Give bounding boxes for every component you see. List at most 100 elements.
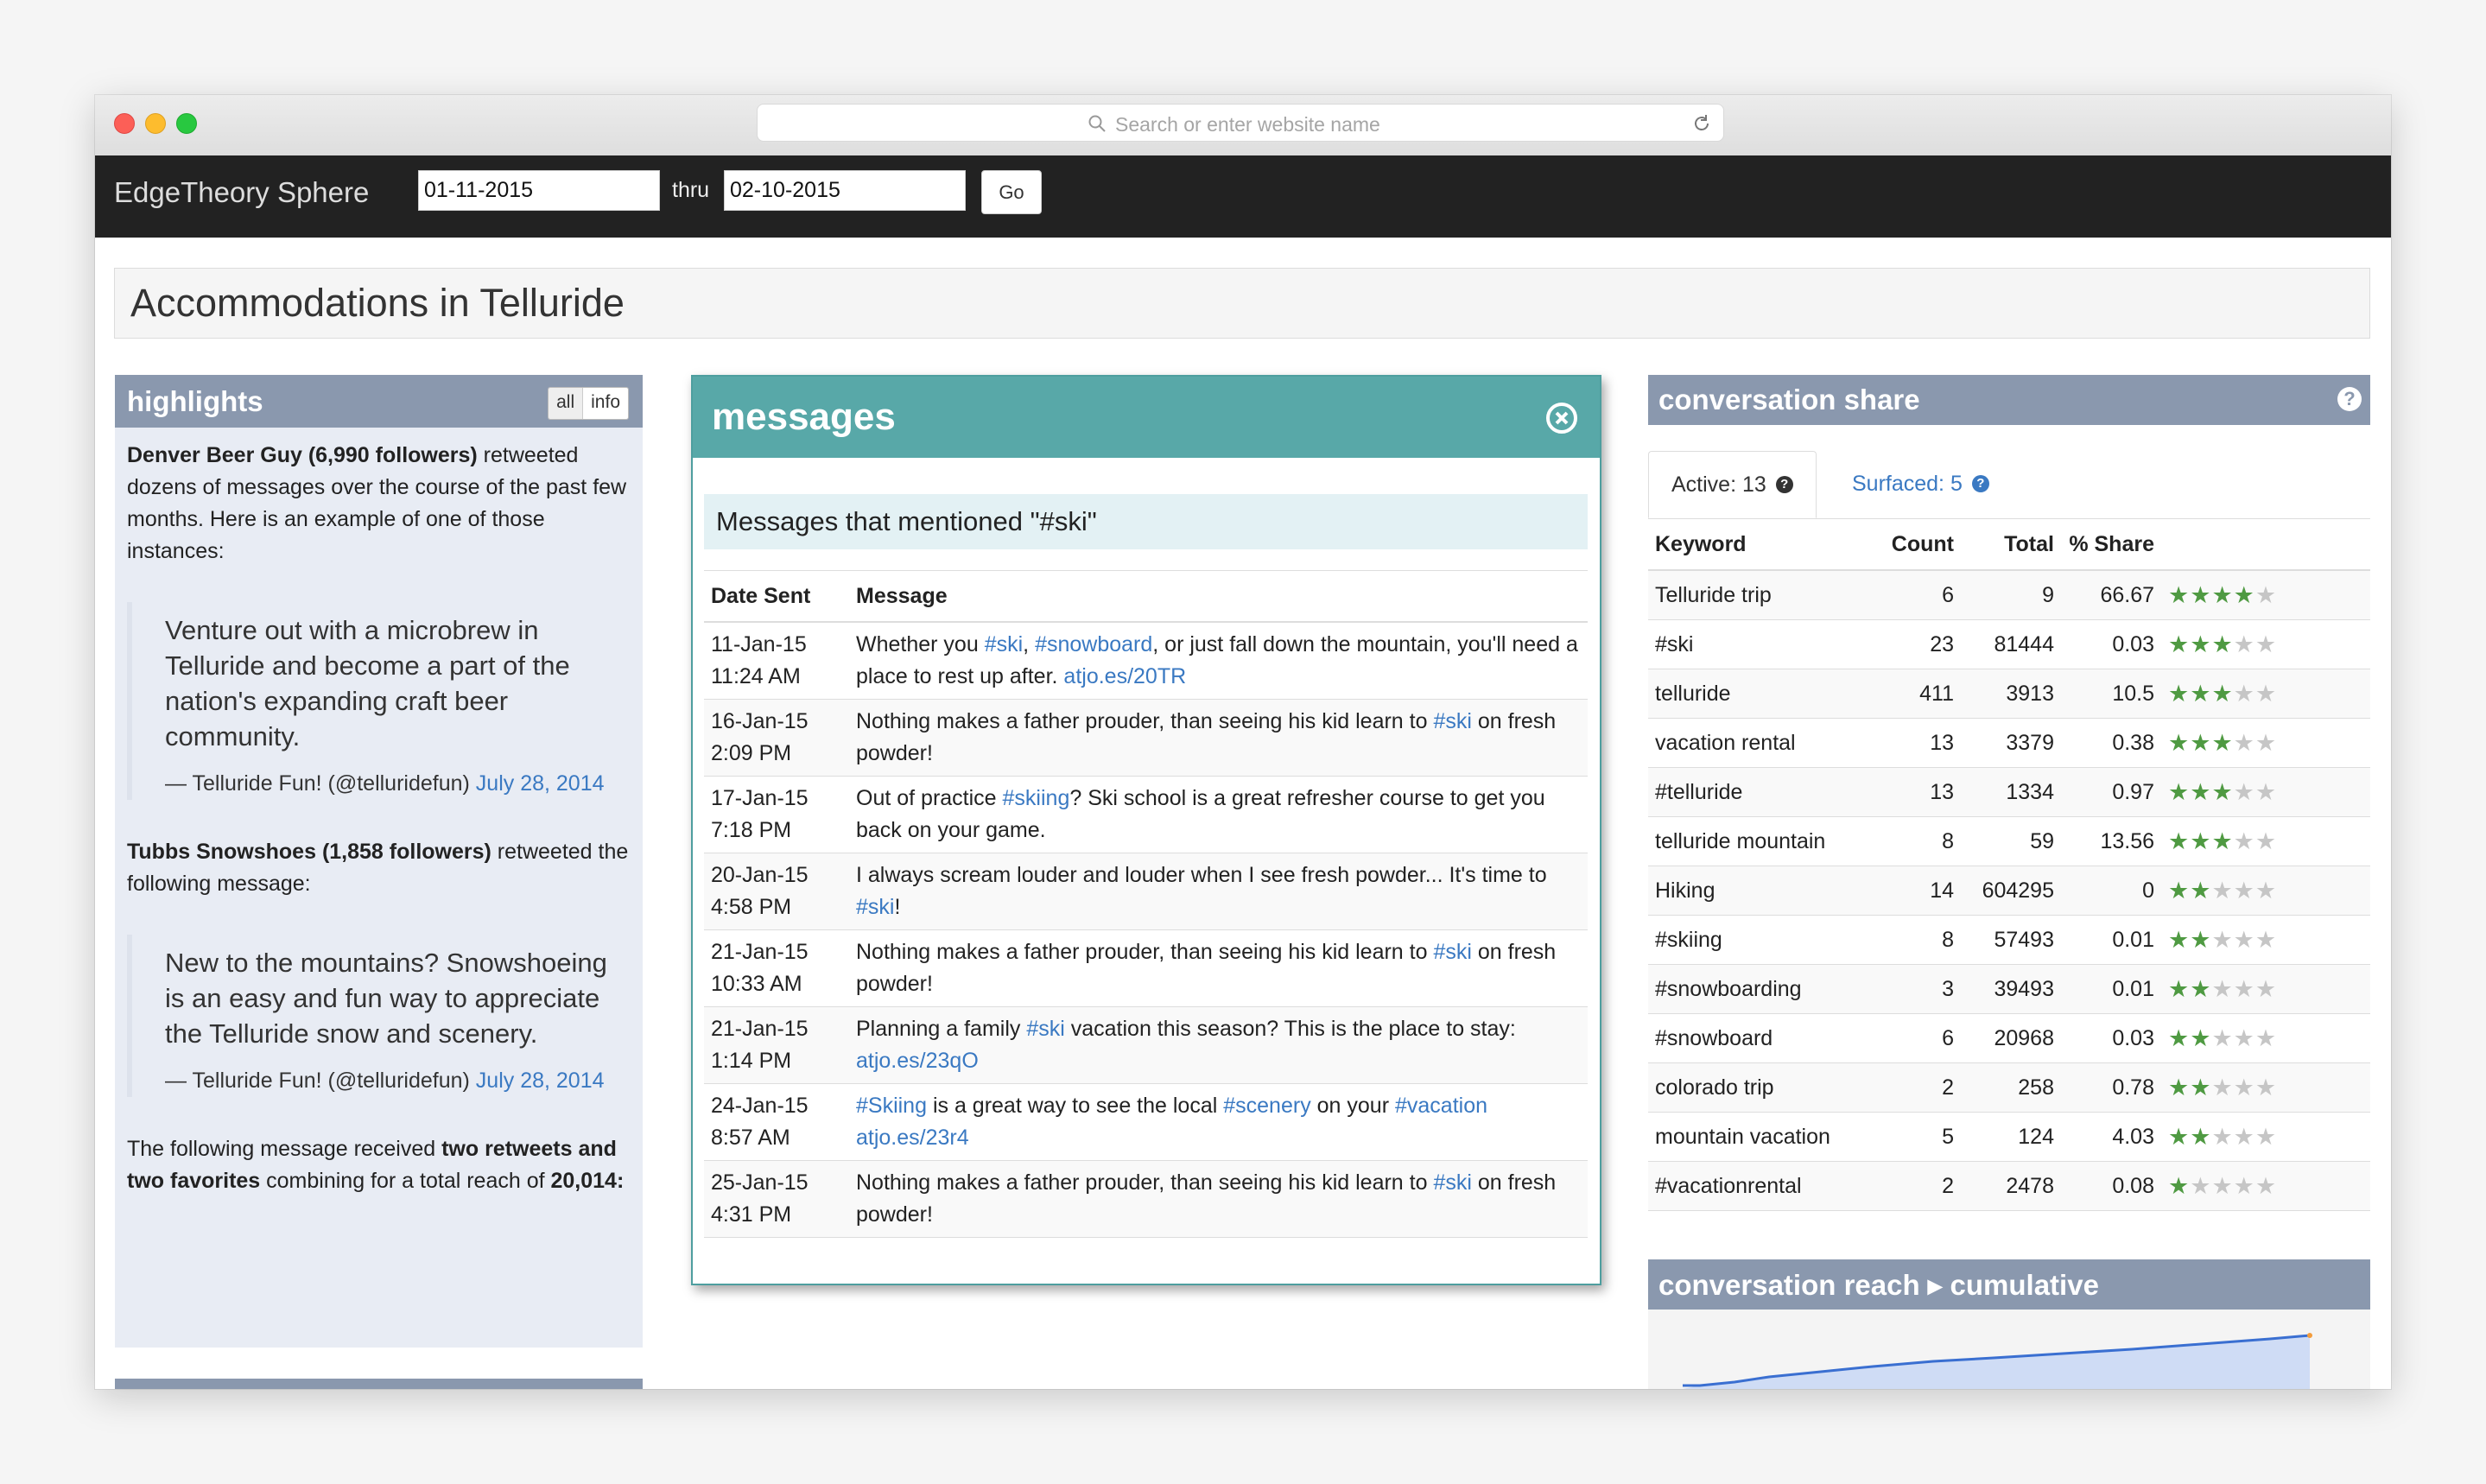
quote-date-link[interactable]: July 28, 2014 — [476, 771, 605, 796]
star-icon: ★ — [2168, 729, 2191, 756]
keyword-row[interactable]: #telluride 13 1334 0.97 ★★★★★ — [1648, 767, 2370, 817]
go-button[interactable]: Go — [981, 170, 1042, 214]
help-icon[interactable]: ? — [1971, 475, 1989, 492]
messages-table: Date Sent Message 11-Jan-15 11:24 AM Wheth… — [704, 570, 1588, 1238]
keyword-row[interactable]: colorado trip 2 258 0.78 ★★★★★ — [1648, 1062, 2370, 1113]
message-date-day: 25-Jan-15 — [711, 1170, 809, 1195]
message-link[interactable]: #skiing — [1003, 786, 1070, 810]
star-icon: ★ — [2255, 729, 2278, 756]
help-icon[interactable]: ? — [1775, 476, 1793, 493]
keyword-row[interactable]: #ski 23 81444 0.03 ★★★★★ — [1648, 619, 2370, 669]
keyword-row[interactable]: telluride mountain 8 59 13.56 ★★★★★ — [1648, 816, 2370, 866]
message-date-time: 4:31 PM — [711, 1202, 792, 1227]
tab-active[interactable]: Active: 13 ? — [1648, 451, 1817, 518]
message-link[interactable]: atjo.es/20TR — [1063, 664, 1186, 688]
keyword-row[interactable]: #vacationrental 2 2478 0.08 ★★★★★ — [1648, 1161, 2370, 1211]
tab-surfaced[interactable]: Surfaced: 5 ? — [1830, 451, 2012, 518]
star-rating: ★★★★★ — [2161, 619, 2370, 669]
star-rating: ★★★★★ — [2161, 964, 2370, 1014]
messages-subheader-text: Messages that mentioned "#ski" — [716, 506, 1097, 536]
date-to-input[interactable] — [724, 170, 966, 211]
message-link[interactable]: #ski — [1433, 1170, 1471, 1195]
close-window-button[interactable] — [114, 113, 135, 134]
keyword-cell: #vacationrental — [1648, 1161, 1878, 1211]
message-text-part: Whether you — [856, 632, 985, 656]
conversation-share-panel: conversation share ? Active: 13 ? Surfac… — [1648, 375, 2370, 1211]
star-icon: ★ — [2255, 975, 2278, 1002]
date-from-input[interactable] — [418, 170, 660, 211]
message-link[interactable]: #vacation — [1395, 1094, 1487, 1118]
star-rating: ★★★★★ — [2161, 1112, 2370, 1162]
message-link[interactable]: #ski — [985, 632, 1023, 656]
close-circle-icon[interactable] — [1544, 401, 1579, 435]
message-link[interactable]: #ski — [856, 895, 894, 919]
message-text-part: Out of practice — [856, 786, 1003, 810]
total-cell: 57493 — [1961, 915, 2061, 965]
keyword-row[interactable]: #snowboarding 3 39493 0.01 ★★★★★ — [1648, 964, 2370, 1014]
keyword-row[interactable]: Telluride trip 6 9 66.67 ★★★★★ — [1648, 570, 2370, 620]
star-rating: ★★★★★ — [2161, 866, 2370, 916]
count-cell: 13 — [1878, 767, 1961, 817]
messages-panel: messages Messages that mentioned "#ski" … — [691, 375, 1601, 1285]
highlight-reach: 20,014 — [550, 1169, 617, 1193]
message-link[interactable]: #ski — [1433, 940, 1471, 964]
message-date-day: 21-Jan-15 — [711, 1017, 809, 1041]
keyword-cell: mountain vacation — [1648, 1112, 1878, 1162]
star-rating: ★★★★★ — [2161, 915, 2370, 965]
message-date-time: 11:24 AM — [711, 664, 801, 688]
message-link[interactable]: #ski — [1433, 709, 1471, 733]
count-cell: 23 — [1878, 619, 1961, 669]
star-icon: ★ — [2190, 1172, 2212, 1199]
highlight-user: Denver Beer Guy (6,990 followers) — [127, 443, 478, 467]
message-link[interactable]: #ski — [1026, 1017, 1064, 1041]
address-bar[interactable]: Search or enter website name — [757, 104, 1724, 142]
conversation-reach-panel: conversation reach ▸ cumulative — [1648, 1259, 2370, 1389]
star-icon: ★ — [2168, 1172, 2191, 1199]
highlight-colon: : — [616, 1169, 625, 1193]
message-text: #Skiing is a great way to see the local … — [849, 1083, 1588, 1161]
message-link[interactable]: #Skiing — [856, 1094, 927, 1118]
total-cell: 39493 — [1961, 964, 2061, 1014]
message-date: 24-Jan-15 8:57 AM — [704, 1083, 849, 1161]
maximize-window-button[interactable] — [176, 113, 197, 134]
message-text-part: , — [1023, 632, 1036, 656]
minimize-window-button[interactable] — [145, 113, 166, 134]
count-cell: 411 — [1878, 669, 1961, 719]
star-icon: ★ — [2211, 975, 2234, 1002]
brand-logo-text[interactable]: EdgeTheory Sphere — [114, 176, 369, 209]
keyword-row[interactable]: vacation rental 13 3379 0.38 ★★★★★ — [1648, 718, 2370, 768]
keyword-cell: #ski — [1648, 619, 1878, 669]
message-date-day: 11-Jan-15 — [711, 632, 807, 656]
keyword-row[interactable]: telluride 411 3913 10.5 ★★★★★ — [1648, 669, 2370, 719]
keyword-row[interactable]: Hiking 14 604295 0 ★★★★★ — [1648, 866, 2370, 916]
star-icon: ★ — [2233, 581, 2255, 608]
page-title-well: Accommodations in Telluride — [114, 268, 2370, 339]
keyword-cell: telluride — [1648, 669, 1878, 719]
star-icon: ★ — [2233, 680, 2255, 707]
message-link[interactable]: #scenery — [1223, 1094, 1310, 1118]
message-link[interactable]: atjo.es/23r4 — [856, 1126, 969, 1150]
star-icon: ★ — [2190, 631, 2212, 657]
filter-info-button[interactable]: info — [582, 388, 628, 419]
total-cell: 2478 — [1961, 1161, 2061, 1211]
star-icon: ★ — [2233, 1123, 2255, 1150]
message-date-time: 2:09 PM — [711, 741, 792, 765]
message-link[interactable]: atjo.es/23qO — [856, 1049, 979, 1073]
messages-title: messages — [712, 396, 896, 438]
star-icon: ★ — [2255, 877, 2278, 904]
star-rating: ★★★★★ — [2161, 718, 2370, 768]
reload-icon[interactable] — [1690, 112, 1713, 135]
keyword-row[interactable]: #snowboard 6 20968 0.03 ★★★★★ — [1648, 1013, 2370, 1063]
help-icon[interactable]: ? — [2337, 387, 2362, 411]
keyword-row[interactable]: #skiing 8 57493 0.01 ★★★★★ — [1648, 915, 2370, 965]
message-text: Nothing makes a father prouder, than see… — [849, 1160, 1588, 1238]
star-icon: ★ — [2190, 926, 2212, 953]
message-date: 21-Jan-15 1:14 PM — [704, 1006, 849, 1084]
keyword-row[interactable]: mountain vacation 5 124 4.03 ★★★★★ — [1648, 1112, 2370, 1162]
filter-all-button[interactable]: all — [549, 388, 583, 419]
star-icon: ★ — [2211, 877, 2234, 904]
message-link[interactable]: #snowboard — [1035, 632, 1152, 656]
star-icon: ★ — [2255, 581, 2278, 608]
quote-date-link[interactable]: July 28, 2014 — [476, 1069, 605, 1093]
share-cell: 0 — [2061, 866, 2161, 916]
